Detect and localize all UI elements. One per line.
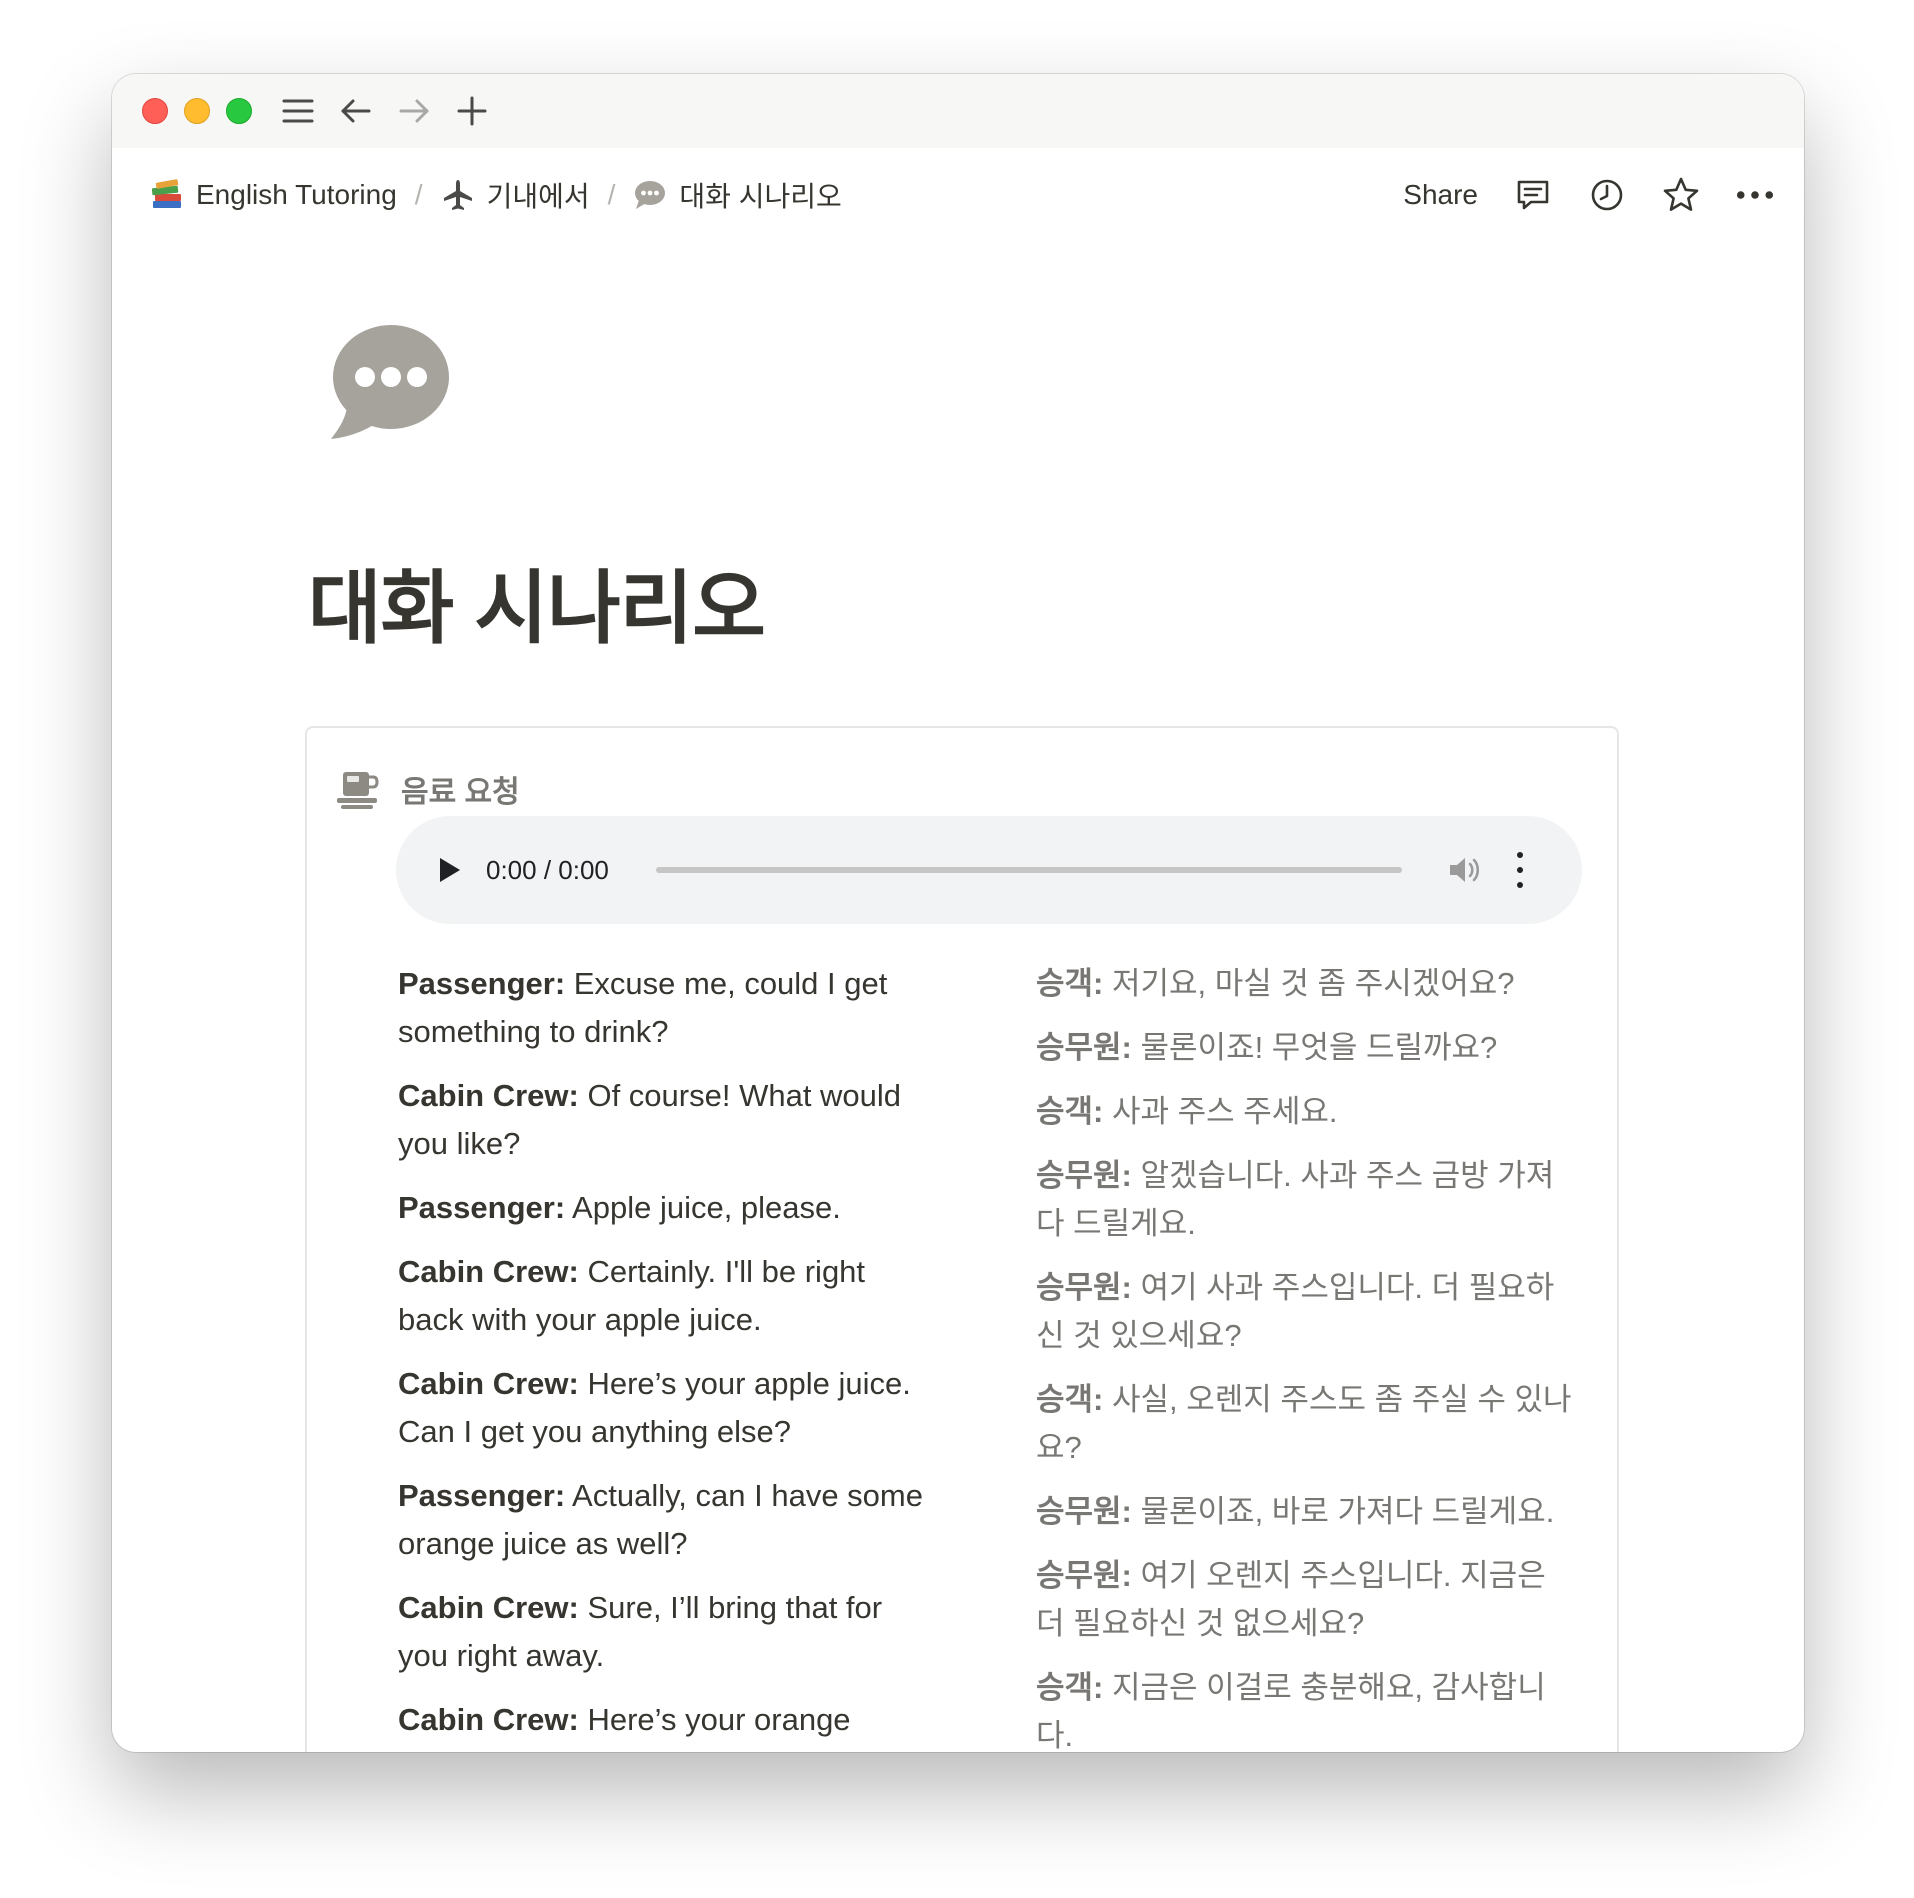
dialogue-line[interactable]: Cabin Crew: Here’s your apple juice. Can… — [398, 1360, 938, 1456]
speaker-label: 승객: — [1036, 1094, 1104, 1129]
breadcrumb-item-in-flight[interactable]: 기내에서 — [441, 175, 590, 215]
breadcrumb-separator: / — [414, 179, 423, 210]
dialogue-line[interactable]: Passenger: Excuse me, could I get someth… — [398, 960, 938, 1056]
comments-icon[interactable] — [1514, 176, 1552, 214]
dialogue-line[interactable]: Cabin Crew: Here’s your orange — [398, 1696, 938, 1744]
dialogue-line[interactable]: 승객: 사실, 오렌지 주스도 좀 주실 수 있나요? — [1036, 1376, 1576, 1472]
page-speech-bubble-icon[interactable] — [325, 321, 451, 447]
english-dialogue-column: Passenger: Excuse me, could I get someth… — [398, 960, 938, 1752]
dialogue-text: 지금은 이걸로 충분해요, 감사합니다. — [1036, 1670, 1546, 1752]
speaker-label: Cabin Crew: — [398, 1366, 579, 1401]
history-clock-icon[interactable] — [1588, 176, 1626, 214]
dialogue-line[interactable]: Passenger: Actually, can I have some ora… — [398, 1472, 938, 1568]
speaker-label: 승객: — [1036, 1670, 1104, 1705]
dialogue-text: 물론이죠, 바로 가져다 드릴게요. — [1131, 1494, 1555, 1529]
speaker-label: 승무원: — [1036, 1494, 1132, 1529]
back-arrow-icon[interactable] — [340, 95, 372, 127]
new-tab-plus-icon[interactable] — [456, 95, 488, 127]
dialogue-text: 사실, 오렌지 주스도 좀 주실 수 있나요? — [1036, 1382, 1572, 1465]
airplane-icon — [441, 178, 475, 212]
dialogue-text: Apple juice, please. — [565, 1190, 841, 1225]
breadcrumb-separator: / — [607, 179, 616, 210]
minimize-window-button[interactable] — [184, 98, 210, 124]
window-controls — [142, 98, 252, 124]
breadcrumb-label: 대화 시나리오 — [679, 181, 842, 212]
speaker-label: Cabin Crew: — [398, 1702, 579, 1737]
korean-dialogue-column: 승객: 저기요, 마실 것 좀 주시겠어요? 승무원: 물론이죠! 무엇을 드릴… — [1036, 960, 1576, 1752]
more-options-icon[interactable] — [1736, 176, 1774, 214]
audio-player: 0:00 / 0:00 — [396, 816, 1582, 924]
callout-title[interactable]: 음료 요청 — [401, 767, 520, 811]
speaker-label: Passenger: — [398, 1478, 566, 1513]
breadcrumb-label: English Tutoring — [196, 179, 397, 210]
audio-seek-bar[interactable] — [656, 867, 1402, 873]
page-topbar: English Tutoring / 기내에서 / 대화 시나리오 Share — [112, 148, 1804, 242]
speaker-label: Passenger: — [398, 1190, 566, 1225]
speaker-label: 승무원: — [1036, 1158, 1132, 1193]
breadcrumb-label: 기내에서 — [486, 181, 590, 212]
dialogue-line[interactable]: 승객: 저기요, 마실 것 좀 주시겠어요? — [1036, 960, 1576, 1008]
dialogue-line[interactable]: 승무원: 물론이죠, 바로 가져다 드릴게요. — [1036, 1488, 1576, 1536]
app-window: English Tutoring / 기내에서 / 대화 시나리오 Share … — [112, 74, 1804, 1752]
dialogue-line[interactable]: 승무원: 알겠습니다. 사과 주스 금방 가져다 드릴게요. — [1036, 1152, 1576, 1248]
dialogue-line[interactable]: 승객: 사과 주스 주세요. — [1036, 1088, 1576, 1136]
audio-time-display: 0:00 / 0:00 — [486, 854, 609, 885]
dialogue-text: Here’s your orange — [578, 1702, 851, 1737]
dialogue-text: 물론이죠! 무엇을 드릴까요? — [1131, 1030, 1498, 1065]
dialogue-text: 사과 주스 주세요. — [1103, 1094, 1338, 1129]
speaker-label: Cabin Crew: — [398, 1254, 579, 1289]
maximize-window-button[interactable] — [226, 98, 252, 124]
forward-arrow-icon[interactable] — [398, 95, 430, 127]
speaker-label: 승객: — [1036, 1382, 1104, 1417]
dialogue-line[interactable]: Cabin Crew: Sure, I’ll bring that for yo… — [398, 1584, 938, 1680]
speaker-label: Passenger: — [398, 966, 566, 1001]
books-icon — [150, 178, 184, 212]
speech-bubble-icon — [633, 178, 667, 212]
audio-more-options-icon[interactable] — [1510, 852, 1530, 888]
share-button[interactable]: Share — [1403, 179, 1478, 211]
dialogue-line[interactable]: Cabin Crew: Of course! What would you li… — [398, 1072, 938, 1168]
speaker-label: Cabin Crew: — [398, 1590, 579, 1625]
volume-icon[interactable] — [1446, 852, 1482, 888]
callout-block: 음료 요청 0:00 / 0:00 Passenger: Excuse me, … — [305, 726, 1619, 1752]
sidebar-menu-icon[interactable] — [282, 95, 314, 127]
dialogue-line[interactable]: Cabin Crew: Certainly. I'll be right bac… — [398, 1248, 938, 1344]
page-title[interactable]: 대화 시나리오 — [308, 544, 766, 660]
speaker-label: 승무원: — [1036, 1558, 1132, 1593]
dialogue-text: 저기요, 마실 것 좀 주시겠어요? — [1103, 966, 1515, 1001]
speaker-label: Cabin Crew: — [398, 1078, 579, 1113]
speaker-label: 승무원: — [1036, 1270, 1132, 1305]
favorite-star-icon[interactable] — [1662, 176, 1700, 214]
coffee-cup-icon[interactable] — [335, 766, 381, 812]
speaker-label: 승무원: — [1036, 1030, 1132, 1065]
dialogue-line[interactable]: 승객: 지금은 이걸로 충분해요, 감사합니다. — [1036, 1664, 1576, 1752]
title-bar — [112, 74, 1804, 148]
dialogue-line[interactable]: Passenger: Apple juice, please. — [398, 1184, 938, 1232]
play-icon[interactable] — [438, 855, 468, 885]
dialogue-line[interactable]: 승무원: 여기 사과 주스입니다. 더 필요하신 것 있으세요? — [1036, 1264, 1576, 1360]
dialogue-line[interactable]: 승무원: 여기 오렌지 주스입니다. 지금은 더 필요하신 것 없으세요? — [1036, 1552, 1576, 1648]
breadcrumb: English Tutoring / 기내에서 / 대화 시나리오 — [150, 175, 842, 215]
dialogue-line[interactable]: 승무원: 물론이죠! 무엇을 드릴까요? — [1036, 1024, 1576, 1072]
breadcrumb-item-english-tutoring[interactable]: English Tutoring — [150, 178, 397, 212]
speaker-label: 승객: — [1036, 966, 1104, 1001]
close-window-button[interactable] — [142, 98, 168, 124]
breadcrumb-item-dialogue-scenario[interactable]: 대화 시나리오 — [633, 175, 842, 215]
